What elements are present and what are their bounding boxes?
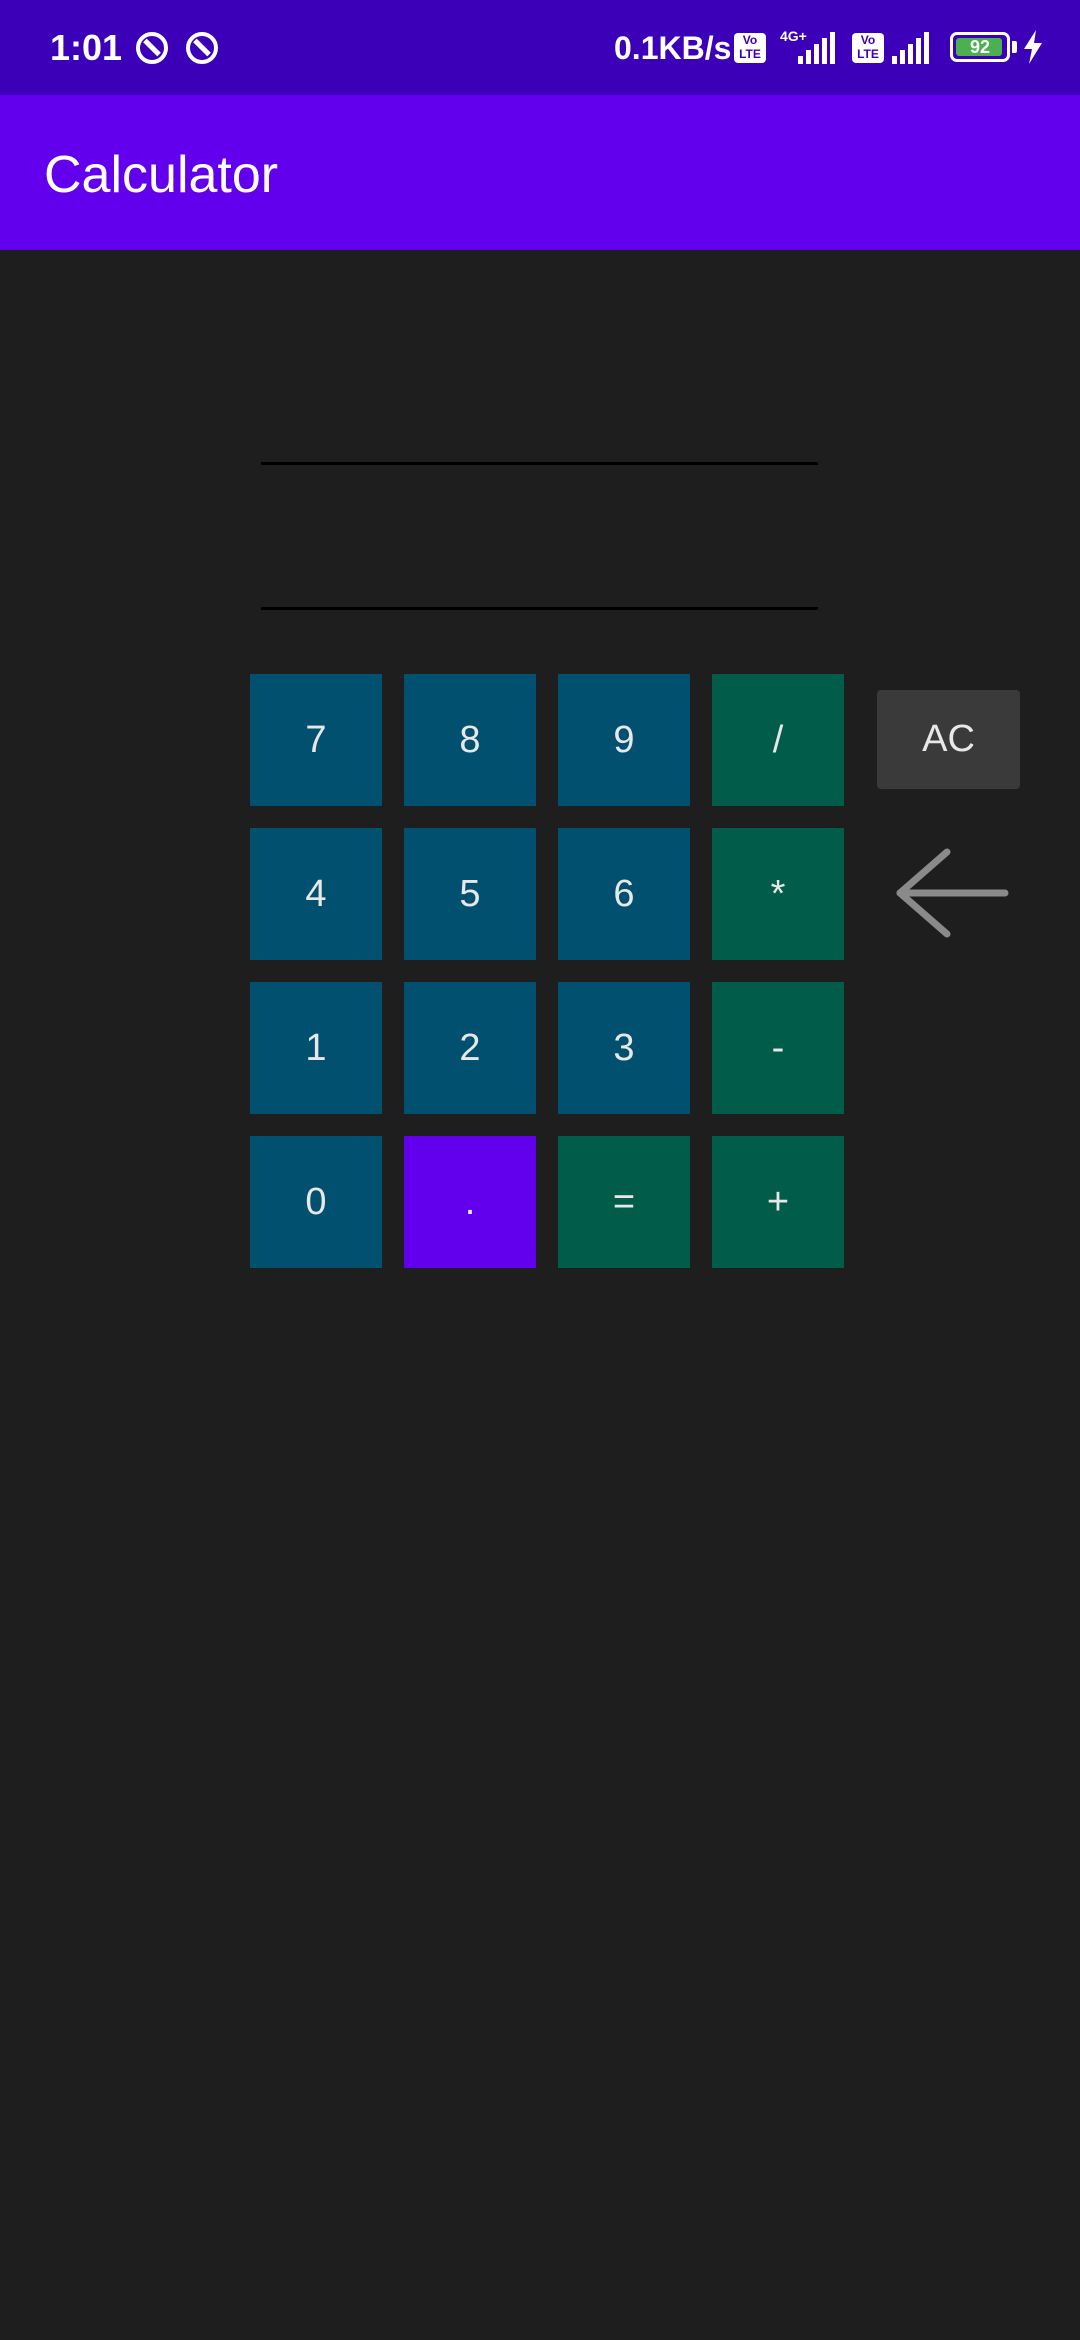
divide-button[interactable]: /	[712, 674, 844, 806]
multiply-button[interactable]: *	[712, 828, 844, 960]
status-bar: 1:01 0.1KB/s Vo LTE 4G+ Vo LTE 92	[0, 0, 1080, 95]
battery-level: 92	[969, 37, 991, 57]
expression-field[interactable]	[261, 402, 818, 465]
digit-7-button[interactable]: 7	[250, 674, 382, 806]
equals-button[interactable]: =	[558, 1136, 690, 1268]
digit-6-button[interactable]: 6	[558, 828, 690, 960]
digit-3-button[interactable]: 3	[558, 982, 690, 1114]
digit-9-button[interactable]: 9	[558, 674, 690, 806]
result-field[interactable]	[261, 547, 818, 610]
digit-5-button[interactable]: 5	[404, 828, 536, 960]
signal-icon	[892, 32, 932, 64]
clear-button[interactable]: AC	[877, 690, 1020, 789]
decimal-point-button[interactable]: .	[404, 1136, 536, 1268]
digit-4-button[interactable]: 4	[250, 828, 382, 960]
arrow-left-icon[interactable]	[890, 848, 1010, 938]
add-button[interactable]: +	[712, 1136, 844, 1268]
digit-1-button[interactable]: 1	[250, 982, 382, 1114]
digit-8-button[interactable]: 8	[404, 674, 536, 806]
digit-2-button[interactable]: 2	[404, 982, 536, 1114]
volte-badge: Vo LTE	[734, 33, 766, 63]
status-time: 1:01	[50, 27, 123, 68]
subtract-button[interactable]: -	[712, 982, 844, 1114]
network-speed: 0.1KB/s	[614, 30, 732, 66]
battery-tip	[1012, 41, 1017, 53]
digit-0-button[interactable]: 0	[250, 1136, 382, 1268]
charging-bolt-icon	[1024, 30, 1042, 64]
notification-ring-icon	[136, 32, 168, 64]
app-bar: Calculator	[0, 95, 1080, 250]
battery-icon: 92	[950, 32, 1010, 62]
volte-badge: Vo LTE	[852, 33, 884, 63]
app-title: Calculator	[44, 146, 279, 204]
notification-ring-icon	[186, 32, 218, 64]
signal-icon	[798, 32, 838, 64]
